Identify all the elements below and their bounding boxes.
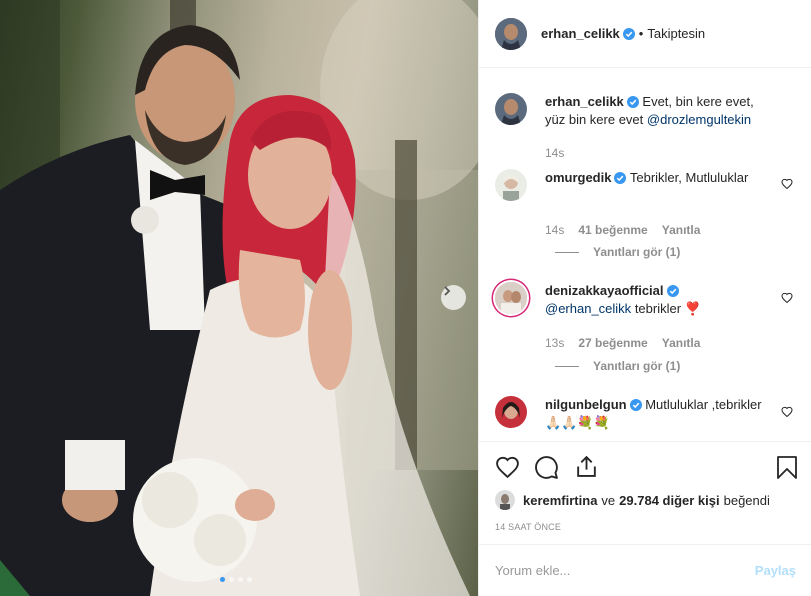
comment-meta: 14s 41 beğenme Yanıtla xyxy=(545,223,700,237)
like-heart-icon[interactable] xyxy=(495,455,520,480)
author-avatar[interactable] xyxy=(495,17,527,50)
like-comment-heart-icon[interactable] xyxy=(781,292,793,304)
follow-status-button[interactable]: Takiptesin xyxy=(647,26,705,41)
like-comment-heart-icon[interactable] xyxy=(781,406,793,418)
share-upload-icon[interactable] xyxy=(574,454,599,479)
author-avatar-image xyxy=(495,17,527,50)
bookmark-icon[interactable] xyxy=(776,455,798,480)
comment-mention-link[interactable]: @erhan_celikk xyxy=(545,301,631,316)
comment-emoji: ❣️ xyxy=(684,301,701,316)
comments-list[interactable]: erhan_celikk Evet, bin kere evet, yüz bi… xyxy=(479,69,811,441)
verified-badge-icon xyxy=(626,96,639,108)
liker-username[interactable]: keremfirtina xyxy=(523,493,597,508)
comment-likes-count[interactable]: 41 beğenme xyxy=(578,223,647,237)
view-replies-label: Yanıtları gör (1) xyxy=(593,245,681,259)
commenter-avatar-image xyxy=(495,169,527,201)
caption-username[interactable]: erhan_celikk xyxy=(545,94,624,109)
carousel-dot xyxy=(220,577,225,582)
commenter-avatar[interactable] xyxy=(495,282,527,314)
liker-avatar[interactable] xyxy=(495,490,515,510)
commenter-username[interactable]: nilgunbelgun xyxy=(545,397,627,412)
carousel-dot xyxy=(229,577,234,582)
caption-time[interactable]: 14s xyxy=(545,146,564,160)
post-side-panel: erhan_celikk • Takiptesin erhan_celikk E… xyxy=(478,0,811,596)
comment-text: Mutluluklar ,tebrikler xyxy=(645,397,762,412)
commenter-username[interactable]: denizakkayaofficial xyxy=(545,283,664,298)
reply-button[interactable]: Yanıtla xyxy=(662,336,701,350)
post-timestamp[interactable]: 14 SAAT ÖNCE xyxy=(495,522,561,532)
replies-divider xyxy=(555,365,579,367)
post-header: erhan_celikk • Takiptesin xyxy=(479,0,811,68)
caption: erhan_celikk Evet, bin kere evet, yüz bi… xyxy=(495,93,795,129)
comment-item: nilgunbelgun Mutluluklar ,tebrikler 🙏🏻🙏🏻💐… xyxy=(495,396,795,432)
commenter-avatar-image xyxy=(495,396,527,428)
commenter-avatar[interactable] xyxy=(495,396,527,428)
next-slide-button[interactable] xyxy=(441,285,466,310)
caption-avatar[interactable] xyxy=(495,93,527,125)
commenter-avatar[interactable] xyxy=(495,169,527,201)
comment-item: omurgedik Tebrikler, Mutluluklar xyxy=(495,169,795,201)
comment-bubble-icon[interactable] xyxy=(534,455,559,480)
comment-likes-count[interactable]: 27 beğenme xyxy=(578,336,647,350)
verified-badge-icon xyxy=(666,285,679,297)
reply-button[interactable]: Yanıtla xyxy=(662,223,701,237)
comment-time[interactable]: 14s xyxy=(545,223,564,237)
likes-connector: ve xyxy=(601,492,616,508)
post-comment-button[interactable]: Paylaş xyxy=(755,563,796,578)
caption-avatar-image xyxy=(495,93,527,125)
carousel-indicators xyxy=(220,577,252,582)
caption-mention-link[interactable]: @drozlemgultekin xyxy=(647,112,751,127)
comment-item: denizakkayaofficial @erhan_celikk tebrik… xyxy=(495,282,795,318)
comment-text: Tebrikler, Mutluluklar xyxy=(629,170,749,185)
likes-summary: keremfirtina ve 29.784 diğer kişi beğend… xyxy=(495,490,770,510)
commenter-avatar-image xyxy=(495,282,527,314)
verified-badge-icon xyxy=(622,27,635,40)
comment-input[interactable] xyxy=(495,563,755,578)
replies-divider xyxy=(555,251,579,253)
commenter-username[interactable]: omurgedik xyxy=(545,170,611,185)
comment-text: tebrikler xyxy=(634,301,682,316)
likes-suffix: beğendi xyxy=(723,492,770,508)
view-replies-button[interactable]: Yanıtları gör (1) xyxy=(555,245,680,259)
chevron-right-icon xyxy=(444,286,451,296)
author-username[interactable]: erhan_celikk xyxy=(541,26,620,41)
view-replies-label: Yanıtları gör (1) xyxy=(593,359,681,373)
comment-time[interactable]: 13s xyxy=(545,336,564,350)
like-comment-heart-icon[interactable] xyxy=(781,178,793,190)
comment-meta: 13s 27 beğenme Yanıtla xyxy=(545,336,700,350)
add-comment-bar: Paylaş xyxy=(479,544,811,596)
post-photo[interactable] xyxy=(0,0,478,596)
verified-badge-icon xyxy=(629,399,642,411)
carousel-dot xyxy=(238,577,243,582)
comment-emoji: 🙏🏻🙏🏻💐💐 xyxy=(545,415,610,430)
header-separator: • xyxy=(638,26,644,41)
wedding-photo-illustration xyxy=(0,0,478,596)
view-replies-button[interactable]: Yanıtları gör (1) xyxy=(555,359,680,373)
likes-count-link[interactable]: 29.784 diğer kişi xyxy=(619,493,719,508)
caption-meta: 14s xyxy=(545,146,564,160)
carousel-dot xyxy=(247,577,252,582)
liker-avatar-image xyxy=(495,490,515,510)
verified-badge-icon xyxy=(614,172,627,184)
